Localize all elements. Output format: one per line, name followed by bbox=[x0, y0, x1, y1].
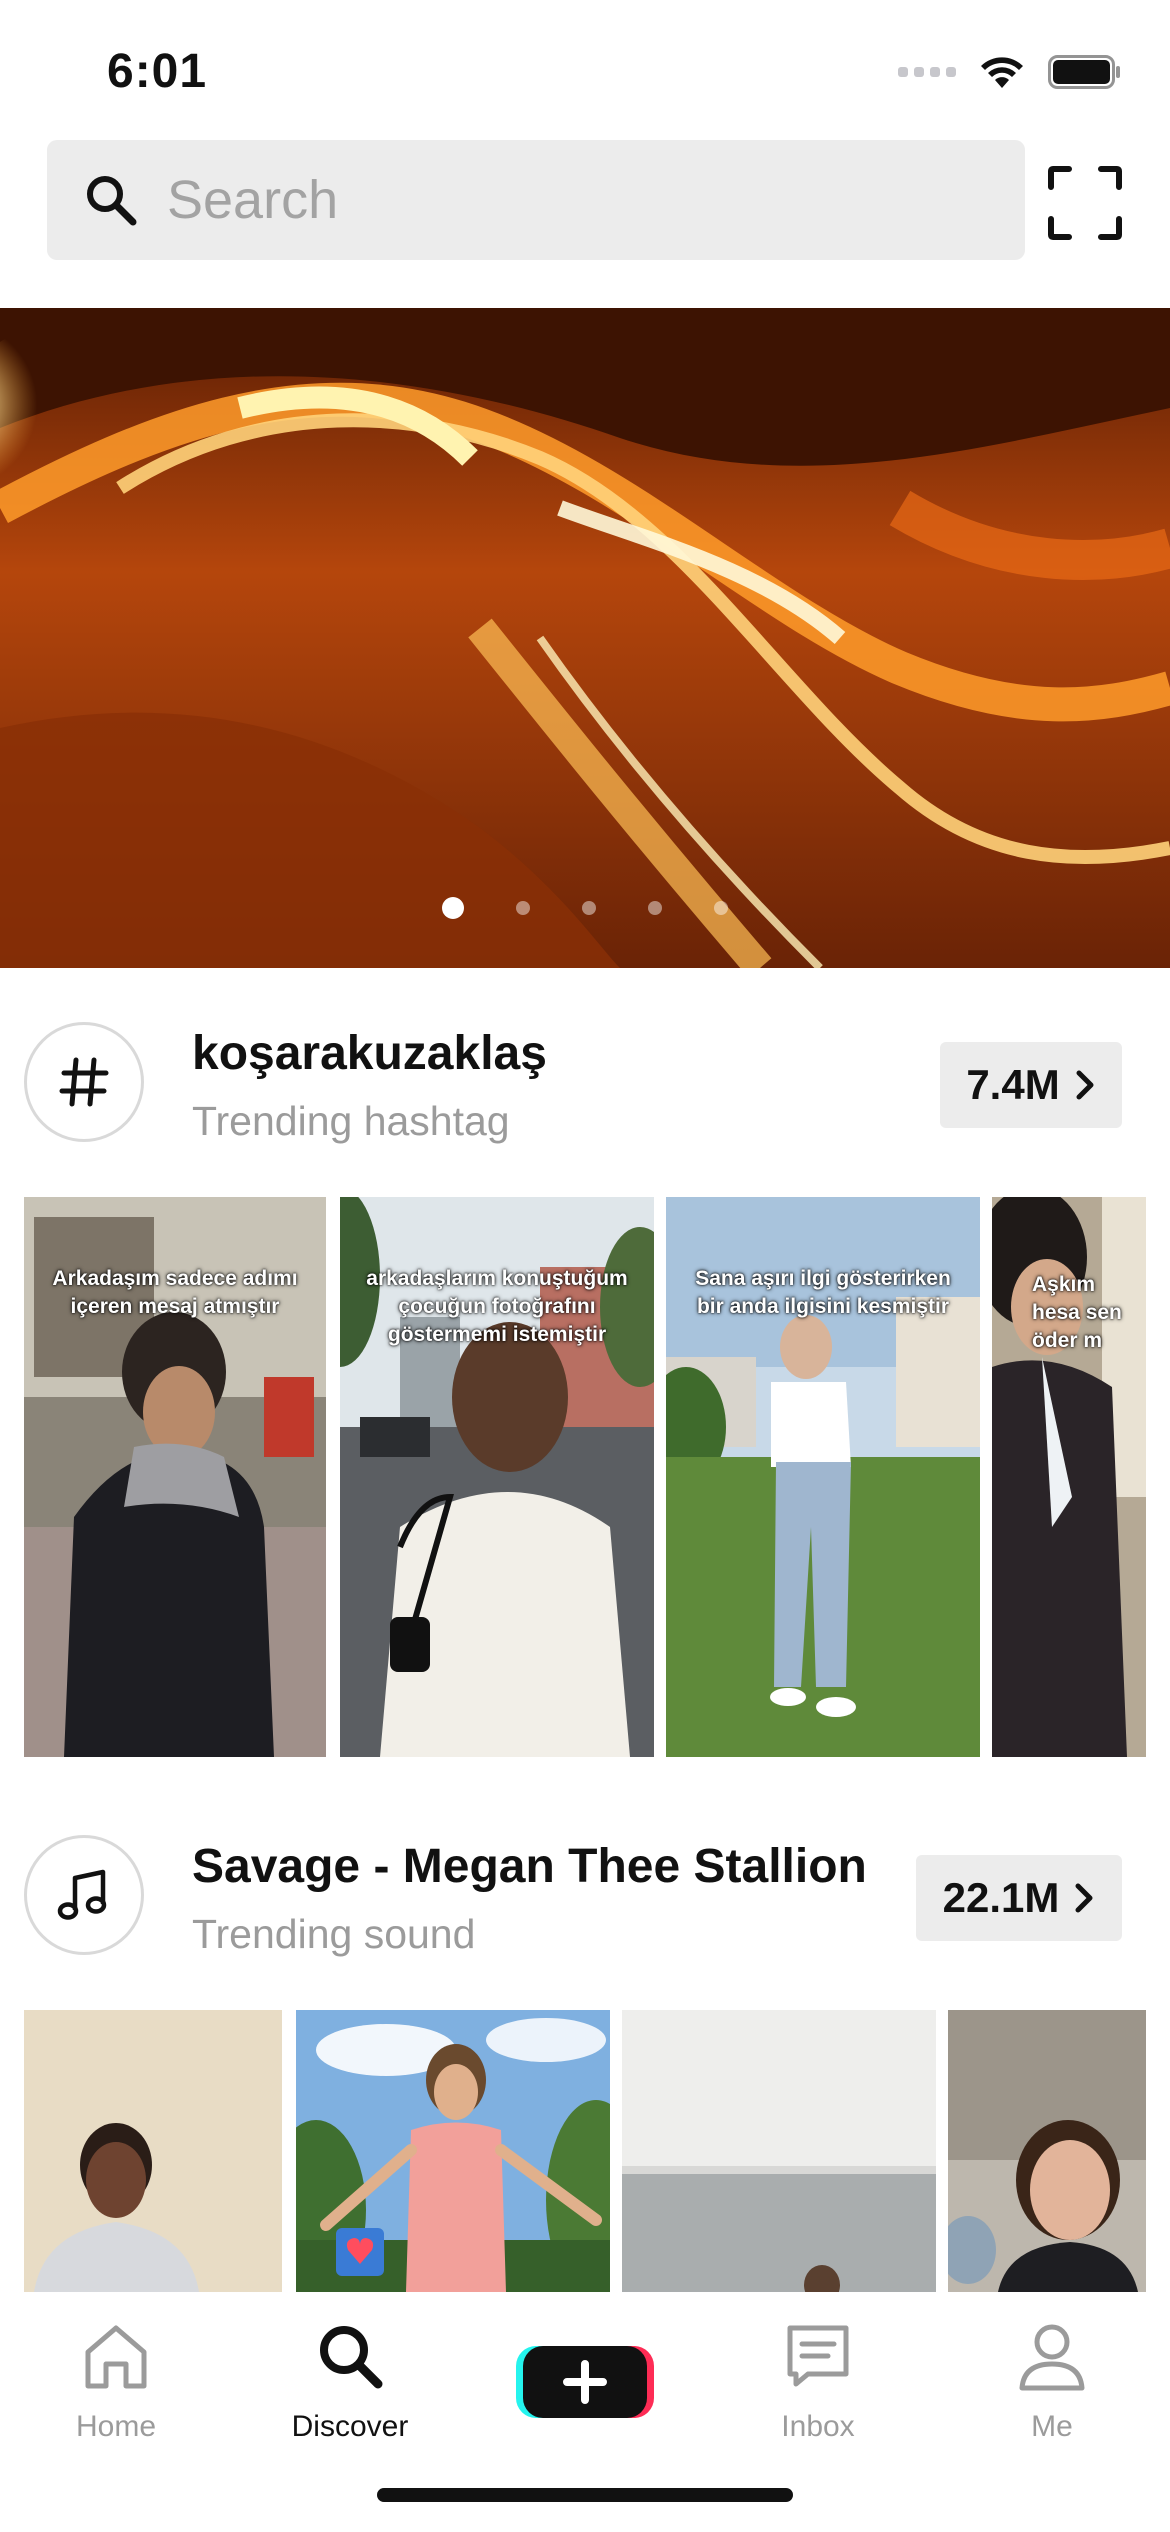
pagination-dot[interactable] bbox=[582, 901, 596, 915]
video-thumbnail[interactable] bbox=[24, 2010, 282, 2292]
music-note-icon bbox=[24, 1835, 144, 1955]
tab-inbox[interactable]: Inbox bbox=[728, 2316, 908, 2466]
tab-discover[interactable]: Discover bbox=[260, 2316, 440, 2466]
thumbnail-caption: Arkadaşım sadece adımı içeren mesaj atmı… bbox=[52, 1267, 298, 1318]
search-bar[interactable] bbox=[47, 140, 1025, 260]
sound-video-row bbox=[24, 2010, 1146, 2292]
banner-pagination bbox=[0, 897, 1170, 919]
video-thumbnail[interactable] bbox=[622, 2010, 936, 2292]
pagination-dot[interactable] bbox=[442, 897, 464, 919]
video-thumbnail[interactable]: arkadaşlarım konuştuğum çocuğun fotoğraf… bbox=[340, 1197, 654, 1757]
scan-button[interactable] bbox=[1040, 158, 1130, 248]
featured-banner[interactable] bbox=[0, 308, 1170, 968]
view-count: 22.1M bbox=[942, 1874, 1060, 1921]
tab-home[interactable]: Home bbox=[26, 2316, 206, 2466]
video-thumbnail[interactable] bbox=[948, 2010, 1146, 2292]
pagination-dot[interactable] bbox=[516, 901, 530, 915]
trending-sound-header[interactable]: Savage - Megan Thee Stallion Trending so… bbox=[0, 1835, 1170, 1965]
view-count-button[interactable]: 22.1M bbox=[916, 1855, 1122, 1941]
pagination-dot[interactable] bbox=[714, 901, 728, 915]
status-bar: 6:01 bbox=[0, 0, 1170, 140]
cellular-signal-icon bbox=[898, 67, 956, 77]
video-thumbnail[interactable]: Arkadaşım sadece adımı içeren mesaj atmı… bbox=[24, 1197, 326, 1757]
search-icon bbox=[320, 2326, 383, 2389]
battery-icon bbox=[1048, 55, 1120, 89]
person-icon bbox=[1019, 2324, 1085, 2391]
thumbnail-caption: arkadaşlarım konuştuğum çocuğun fotoğraf… bbox=[366, 1267, 628, 1346]
video-thumbnail[interactable]: Sana aşırı ilgi gösterirken bir anda ilg… bbox=[666, 1197, 980, 1757]
trend-subtitle: Trending hashtag bbox=[192, 1098, 510, 1144]
tab-label: Discover bbox=[291, 2410, 409, 2443]
chevron-right-icon bbox=[1076, 1070, 1094, 1100]
thumbnail-caption: Aşkım hesa sen öder m bbox=[1032, 1273, 1122, 1352]
plus-icon bbox=[516, 2346, 654, 2418]
video-thumbnail[interactable] bbox=[296, 2010, 610, 2292]
tab-label: Me bbox=[1031, 2410, 1073, 2443]
view-count-button[interactable]: 7.4M bbox=[940, 1042, 1122, 1128]
search-input[interactable] bbox=[167, 160, 987, 240]
scan-icon bbox=[1048, 166, 1122, 240]
status-icons bbox=[898, 54, 1122, 90]
home-icon bbox=[85, 2325, 147, 2389]
tab-label: Home bbox=[75, 2410, 157, 2443]
inbox-icon bbox=[787, 2325, 849, 2387]
create-video-button[interactable] bbox=[516, 2342, 654, 2420]
view-count: 7.4M bbox=[966, 1061, 1060, 1108]
trend-title: Savage - Megan Thee Stallion bbox=[192, 1840, 867, 1893]
video-thumbnail[interactable]: Aşkım hesa sen öder m bbox=[992, 1197, 1146, 1757]
hashtag-icon bbox=[24, 1022, 144, 1142]
tab-me[interactable]: Me bbox=[962, 2316, 1142, 2466]
trend-subtitle: Trending sound bbox=[192, 1911, 476, 1957]
trending-hashtag-header[interactable]: koşarakuzaklaş Trending hashtag 7.4M bbox=[0, 1022, 1170, 1152]
home-indicator[interactable] bbox=[377, 2488, 793, 2502]
trend-title: koşarakuzaklaş bbox=[192, 1027, 547, 1080]
banner-image bbox=[0, 308, 1170, 968]
pagination-dot[interactable] bbox=[648, 901, 662, 915]
chevron-right-icon bbox=[1075, 1883, 1093, 1913]
thumbnail-caption: Sana aşırı ilgi gösterirken bir anda ilg… bbox=[695, 1267, 951, 1318]
hashtag-video-row: Arkadaşım sadece adımı içeren mesaj atmı… bbox=[24, 1197, 1146, 1757]
search-icon bbox=[87, 176, 137, 226]
wifi-icon bbox=[981, 57, 1023, 88]
tab-label: Inbox bbox=[781, 2410, 855, 2443]
status-time: 6:01 bbox=[107, 45, 208, 98]
